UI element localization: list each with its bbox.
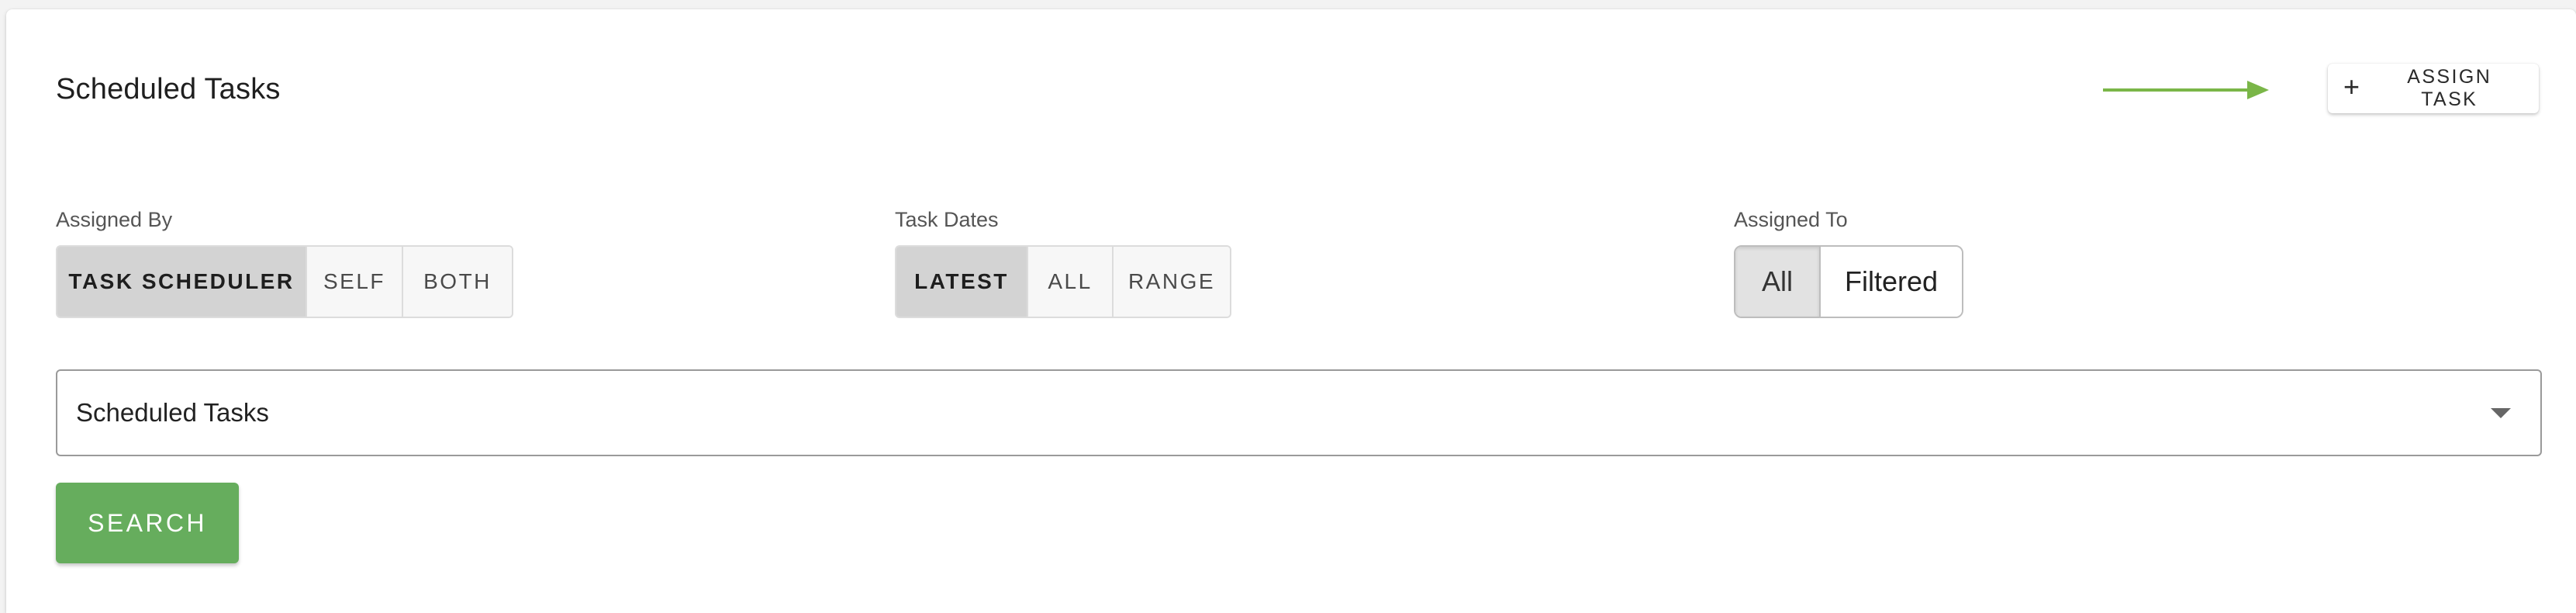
assign-task-label: ASSIGN TASK xyxy=(2407,66,2492,110)
assign-task-button[interactable]: + ASSIGN TASK xyxy=(2328,64,2539,113)
assigned-by-option-self[interactable]: SELF xyxy=(307,247,403,317)
page-title: Scheduled Tasks xyxy=(56,73,281,106)
scheduled-tasks-card: Scheduled Tasks + ASSIGN TASK Assigned B… xyxy=(6,9,2576,613)
task-dates-toggle-group: LATEST ALL RANGE xyxy=(895,245,1231,318)
assigned-by-label: Assigned By xyxy=(56,208,173,231)
assigned-by-option-both[interactable]: BOTH xyxy=(403,247,512,317)
task-type-select[interactable]: Scheduled Tasks xyxy=(56,369,2542,456)
assigned-to-option-filtered[interactable]: Filtered xyxy=(1821,247,1962,317)
task-type-select-value: Scheduled Tasks xyxy=(76,398,269,427)
task-dates-option-range[interactable]: RANGE xyxy=(1114,247,1230,317)
assigned-by-option-task-scheduler[interactable]: TASK SCHEDULER xyxy=(57,247,307,317)
assigned-by-toggle-group: TASK SCHEDULER SELF BOTH xyxy=(56,245,513,318)
assigned-to-toggle-group: All Filtered xyxy=(1734,245,1963,318)
search-button[interactable]: SEARCH xyxy=(56,483,239,563)
assigned-to-option-all[interactable]: All xyxy=(1735,247,1821,317)
task-dates-label: Task Dates xyxy=(895,208,999,231)
plus-icon: + xyxy=(2343,71,2362,102)
arrow-right-icon xyxy=(2103,81,2269,99)
assigned-to-label: Assigned To xyxy=(1734,208,1848,231)
caret-down-icon xyxy=(2491,407,2511,418)
task-dates-option-latest[interactable]: LATEST xyxy=(896,247,1028,317)
task-dates-option-all[interactable]: ALL xyxy=(1028,247,1114,317)
